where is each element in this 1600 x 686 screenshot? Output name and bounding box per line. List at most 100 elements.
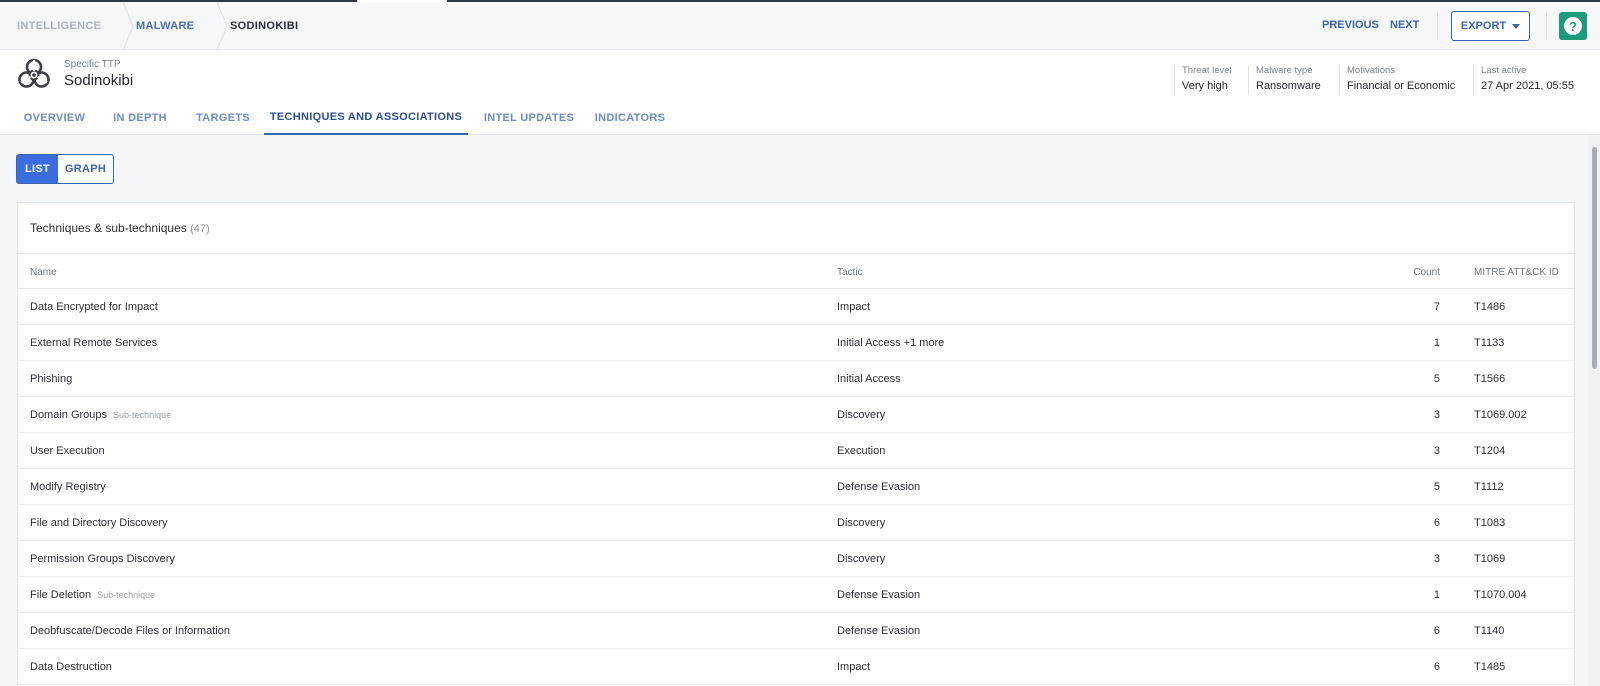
help-button[interactable]: ? [1559, 12, 1587, 40]
subtechnique-tag: Sub-technique [97, 590, 156, 600]
breadcrumb-malware[interactable]: MALWARE [136, 2, 214, 50]
row-tactic: Discovery [837, 409, 886, 421]
previous-button[interactable]: PREVIOUS [1322, 19, 1379, 31]
meta-last-active: Last active 27 Apr 2021, 05:55 [1473, 65, 1574, 95]
panel-title-count: (47) [190, 223, 210, 235]
row-name: Data Encrypted for Impact [30, 289, 164, 325]
meta-value: Financial or Economic [1347, 80, 1456, 92]
row-count: 3 [1433, 445, 1440, 457]
tab-targets[interactable]: TARGETS [186, 101, 260, 135]
row-name: File Deletion Sub-technique [30, 577, 155, 613]
row-tactic: Impact [837, 301, 871, 313]
tab-indicators[interactable]: INDICATORS [590, 101, 670, 135]
row-mitre-id: T1069.002 [1474, 409, 1527, 421]
meta-label: Threat level [1182, 65, 1232, 76]
caret-down-icon [1512, 23, 1521, 29]
entity-header: Specific TTP Sodinokibi Threat level Ver… [0, 51, 1600, 135]
column-header-tactic[interactable]: Tactic [837, 254, 863, 290]
technique-name: Permission Groups Discovery [30, 553, 175, 565]
graph-view-button[interactable]: GRAPH [58, 155, 113, 183]
scrollbar-thumb[interactable] [1592, 147, 1597, 369]
list-view-button[interactable]: LIST [17, 155, 58, 183]
divider [1437, 12, 1438, 40]
table-row[interactable]: User Execution Execution 3 T1204 [18, 433, 1576, 469]
row-name: User Execution [30, 433, 111, 469]
row-mitre-id: T1112 [1474, 481, 1504, 493]
divider [1546, 12, 1547, 40]
breadcrumb-sodinokibi: SODINOKIBI [230, 20, 299, 32]
row-name: Permission Groups Discovery [30, 541, 181, 577]
top-border-gap [357, 0, 447, 2]
row-tactic: Initial Access +1 more [837, 337, 945, 349]
row-count: 6 [1433, 625, 1440, 637]
tab-overview[interactable]: OVERVIEW [12, 101, 97, 135]
table-row[interactable]: Domain Groups Sub-technique Discovery 3 T… [18, 397, 1576, 433]
row-mitre-id: T1486 [1474, 301, 1506, 313]
row-tactic: Discovery [837, 553, 886, 565]
panel-title-text: Techniques & sub-techniques [30, 221, 187, 235]
breadcrumb: INTELLIGENCE MALWARE SODINOKIBI [0, 2, 298, 50]
technique-name: File Deletion [30, 589, 92, 601]
row-name: Domain Groups Sub-technique [30, 397, 171, 433]
table-row[interactable]: Data Destruction Impact 6 T1485 [18, 649, 1576, 685]
row-mitre-id: T1140 [1474, 625, 1505, 637]
row-count: 1 [1433, 337, 1440, 349]
meta-threat-level: Threat level Very high [1174, 65, 1232, 95]
row-mitre-id: T1204 [1474, 445, 1506, 457]
biohazard-icon [18, 58, 50, 88]
meta-label: Malware type [1256, 65, 1313, 76]
row-count: 5 [1433, 373, 1440, 385]
tab-intel-updates[interactable]: INTEL UPDATES [474, 101, 584, 135]
table-row[interactable]: Modify Registry Defense Evasion 5 T1112 [18, 469, 1576, 505]
page-scrollbar[interactable] [1588, 135, 1600, 686]
subtechnique-tag: Sub-technique [113, 410, 172, 420]
meta-value: Very high [1182, 80, 1228, 92]
row-name: Phishing [30, 361, 78, 397]
next-button[interactable]: NEXT [1390, 19, 1419, 31]
table-row[interactable]: File and Directory Discovery Discovery 6… [18, 505, 1576, 541]
table-row[interactable]: File Deletion Sub-technique Defense Evasi… [18, 577, 1576, 613]
meta-label: Last active [1481, 65, 1527, 76]
technique-name: Domain Groups [30, 409, 108, 421]
technique-name: Deobfuscate/Decode Files or Information [30, 625, 230, 637]
entity-name: Sodinokibi [64, 72, 134, 89]
table-row[interactable]: External Remote Services Initial Access … [18, 325, 1576, 361]
row-count: 7 [1433, 301, 1440, 313]
column-header-mitre-id[interactable]: MITRE ATT&CK ID [1474, 254, 1559, 290]
row-mitre-id: T1083 [1474, 517, 1506, 529]
technique-name: File and Directory Discovery [30, 517, 168, 529]
meta-label: Motivations [1347, 65, 1396, 76]
chevron-right-icon [214, 2, 230, 50]
row-tactic: Discovery [837, 517, 886, 529]
tab-in-depth[interactable]: IN DEPTH [104, 101, 176, 135]
techniques-panel: Techniques & sub-techniques (47) Name Ta… [17, 202, 1576, 686]
row-count: 3 [1433, 553, 1440, 565]
table-row[interactable]: Phishing Initial Access 5 T1566 [18, 361, 1576, 397]
table-row[interactable]: Permission Groups Discovery Discovery 3 … [18, 541, 1576, 577]
export-button[interactable]: EXPORT [1451, 11, 1530, 41]
technique-name: User Execution [30, 445, 105, 457]
meta-value: 27 Apr 2021, 05:55 [1481, 80, 1574, 92]
tab-techniques-and-associations[interactable]: TECHNIQUES AND ASSOCIATIONS [264, 101, 468, 135]
row-name: File and Directory Discovery [30, 505, 174, 541]
table-body: Data Encrypted for Impact Impact 7 T1486… [18, 289, 1576, 685]
entity-kind: Specific TTP [64, 59, 121, 70]
panel-title: Techniques & sub-techniques (47) [30, 221, 210, 235]
row-name: External Remote Services [30, 325, 163, 361]
row-count: 1 [1433, 589, 1440, 601]
technique-name: Modify Registry [30, 481, 106, 493]
row-name: Modify Registry [30, 469, 112, 505]
table-row[interactable]: Data Encrypted for Impact Impact 7 T1486 [18, 289, 1576, 325]
row-tactic: Impact [837, 661, 871, 673]
column-header-count[interactable]: Count [1398, 254, 1440, 290]
column-header-name[interactable]: Name [30, 254, 57, 290]
row-name: Deobfuscate/Decode Files or Information [30, 613, 236, 649]
row-count: 6 [1433, 661, 1440, 673]
table-row[interactable]: Deobfuscate/Decode Files or Information … [18, 613, 1576, 649]
breadcrumb-intelligence[interactable]: INTELLIGENCE [0, 2, 120, 50]
row-name: Data Destruction [30, 649, 118, 685]
technique-name: Data Destruction [30, 661, 112, 673]
row-count: 6 [1433, 517, 1440, 529]
top-bar: INTELLIGENCE MALWARE SODINOKIBI PREVIOUS… [0, 0, 1600, 50]
row-mitre-id: T1070.004 [1474, 589, 1527, 601]
